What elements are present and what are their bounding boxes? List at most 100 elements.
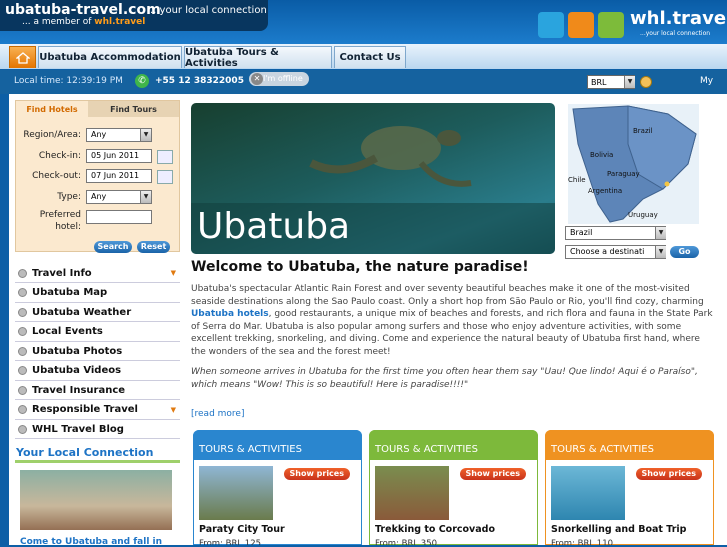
sidebar-item[interactable]: Ubatuba Weather: [15, 303, 180, 322]
read-more-link[interactable]: [read more]: [191, 409, 244, 419]
tour-photo[interactable]: [375, 466, 449, 520]
sidebar-item-label: Travel Insurance: [32, 384, 126, 396]
checkout-field[interactable]: 07 Jun 2011: [86, 169, 152, 183]
bullet-icon: [18, 268, 27, 278]
bullet-icon: [18, 385, 27, 395]
destination-select-value: Choose a destinati: [570, 247, 645, 256]
home-tab[interactable]: [9, 46, 36, 68]
tab-accommodation[interactable]: Ubatuba Accommodation: [38, 46, 182, 68]
whl-brand-logo[interactable]: whl.travel: [630, 8, 727, 29]
welcome-heading: Welcome to Ubatuba, the nature paradise!: [191, 259, 529, 275]
show-prices-button[interactable]: Show prices: [635, 468, 702, 480]
card-category: TOURS & ACTIVITIES: [551, 444, 654, 455]
intro-text-1: Ubatuba's spectacular Atlantic Rain Fore…: [191, 284, 704, 307]
tab-contact-us[interactable]: Contact Us: [334, 46, 406, 68]
sidebar-item-label: Responsible Travel: [32, 404, 138, 415]
chevron-down-icon[interactable]: ▼: [140, 129, 151, 141]
map-label-bolivia[interactable]: Bolivia: [590, 151, 613, 159]
tour-title[interactable]: Trekking to Corcovado: [375, 524, 495, 535]
sidebar-item-label: Local Events: [32, 326, 103, 337]
your-local-connection-title: Your Local Connection: [16, 446, 154, 459]
sidebar-item-label: Ubatuba Map: [32, 287, 108, 298]
card-category: TOURS & ACTIVITIES: [375, 444, 478, 455]
whl-brand-subtitle: ...your local connection: [640, 30, 711, 37]
tour-card[interactable]: TOURS & ACTIVITIES Show prices Snorkelling…: [545, 430, 714, 545]
hero-title: Ubatuba: [197, 206, 351, 247]
clock-icon: [640, 76, 652, 88]
tour-title[interactable]: Paraty City Tour: [199, 524, 285, 535]
chevron-down-icon[interactable]: ▼: [655, 227, 666, 239]
region-map[interactable]: [568, 104, 699, 224]
sidebar-item-label: Ubatuba Weather: [32, 306, 132, 318]
calendar-icon[interactable]: [157, 170, 173, 184]
tour-card[interactable]: TOURS & ACTIVITIES Show prices Paraty City…: [193, 430, 362, 545]
sidebar-item[interactable]: Travel Insurance: [15, 381, 180, 400]
quote-paragraph: When someone arrives in Ubatuba for the …: [191, 367, 698, 390]
sidebar-item-label: WHL Travel Blog: [32, 423, 124, 435]
sidebar-item[interactable]: WHL Travel Blog: [15, 420, 180, 439]
site-tagline: ...your local connection: [150, 5, 267, 16]
chevron-down-icon[interactable]: ▼: [655, 246, 666, 258]
tab-find-tours[interactable]: Find Tours: [88, 101, 179, 117]
chevron-down-icon[interactable]: ▼: [624, 76, 635, 88]
sidebar-item[interactable]: Ubatuba Videos: [15, 362, 180, 381]
search-button[interactable]: Search: [94, 241, 132, 253]
type-value: Any: [91, 192, 107, 201]
ubatuba-hotels-link[interactable]: Ubatuba hotels: [191, 309, 269, 319]
bullet-icon: [18, 424, 27, 434]
bullet-icon: [18, 366, 27, 375]
reset-button[interactable]: Reset: [137, 241, 170, 253]
sidebar-item[interactable]: Travel Info ▼: [15, 264, 180, 283]
tour-price: From: BRL 350: [375, 539, 438, 545]
map-label-argentina[interactable]: Argentina: [588, 187, 622, 195]
tab-tours-activities[interactable]: Ubatuba Tours & Activities: [184, 46, 332, 69]
bullet-icon: [18, 288, 27, 297]
local-connection-caption[interactable]: Come to Ubatuba and fall in: [20, 537, 162, 547]
my-account-link[interactable]: My: [700, 76, 713, 86]
spiral-logo-icon: [538, 12, 564, 38]
sidebar-item[interactable]: Ubatuba Map: [15, 284, 180, 303]
sidebar-item-label: Ubatuba Photos: [32, 345, 123, 357]
member-brand-link[interactable]: whl.travel: [94, 17, 145, 27]
map-label-paraguay[interactable]: Paraguay: [607, 170, 640, 178]
sidebar-item-label: Ubatuba Videos: [32, 365, 122, 376]
preferred-hotel-input[interactable]: [86, 210, 152, 224]
sidebar-item[interactable]: Local Events: [15, 323, 180, 342]
card-category: TOURS & ACTIVITIES: [199, 444, 302, 455]
phone-icon: ✆: [135, 74, 149, 88]
tour-title[interactable]: Snorkelling and Boat Trip: [551, 524, 686, 535]
tour-photo[interactable]: [199, 466, 273, 520]
go-button[interactable]: Go: [670, 246, 699, 258]
checkout-value: 07 Jun 2011: [91, 171, 140, 180]
leaf-logo-icon: [598, 12, 624, 38]
checkin-field[interactable]: 05 Jun 2011: [86, 149, 152, 163]
member-line: ... a member of whl.travel: [22, 17, 145, 27]
expand-arrow-icon: ▼: [170, 269, 176, 277]
country-select[interactable]: Brazil: [565, 226, 666, 240]
destination-select[interactable]: Choose a destinati: [565, 245, 666, 259]
chevron-down-icon[interactable]: ▼: [140, 191, 151, 203]
map-label-chile[interactable]: Chile: [568, 176, 586, 184]
checkin-value: 05 Jun 2011: [91, 151, 140, 160]
phone-number[interactable]: +55 12 38322005: [155, 76, 244, 86]
sidebar-item[interactable]: Responsible Travel ▼: [15, 401, 180, 420]
tour-card[interactable]: TOURS & ACTIVITIES Show prices Trekking to…: [369, 430, 538, 545]
tour-photo[interactable]: [551, 466, 625, 520]
south-america-map: [572, 105, 697, 223]
expand-arrow-icon: ▼: [170, 405, 176, 414]
site-name[interactable]: ubatuba-travel.com: [5, 2, 161, 18]
region-label: Region/Area:: [23, 130, 81, 140]
map-label-uruguay[interactable]: Uruguay: [628, 211, 658, 219]
close-icon: ✕: [251, 73, 263, 85]
show-prices-button[interactable]: Show prices: [459, 468, 526, 480]
map-label-brazil[interactable]: Brazil: [633, 127, 653, 135]
tour-price: From: BRL 125: [199, 539, 262, 545]
show-prices-button[interactable]: Show prices: [283, 468, 350, 480]
calendar-icon[interactable]: [157, 150, 173, 164]
preferred-label-2: hotel:: [55, 222, 81, 232]
sidebar-item[interactable]: Ubatuba Photos: [15, 342, 180, 361]
country-select-value: Brazil: [570, 228, 593, 237]
tab-find-hotels[interactable]: Find Hotels: [16, 101, 88, 117]
local-connection-photo[interactable]: [20, 470, 172, 530]
preferred-label: Preferred: [39, 210, 81, 220]
